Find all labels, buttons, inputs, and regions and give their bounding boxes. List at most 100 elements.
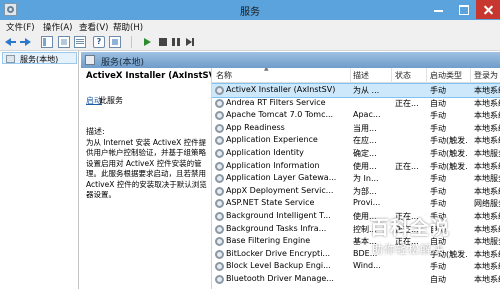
forward-arrow-icon[interactable] [20,36,32,48]
service-startup-cell: 手动 [430,262,446,272]
table-row[interactable]: Application Identity 确定... 手动(触发... 本地服务 [212,147,500,160]
service-description-cell: Provi... [353,198,381,208]
table-row[interactable]: Application Layer Gatewa... 为 In... 手动 本地服务 [212,172,500,185]
export-list-icon[interactable] [74,36,86,48]
service-name-cell: Background Intelligent T... [226,211,331,220]
service-description-cell: 为部... [353,186,377,196]
service-startup-cell: 手动 [430,199,446,209]
table-row[interactable]: Apache Tomcat 7.0 Tomc... Apac... 手动 本地系统 [212,109,500,122]
service-logon-cell: 本地系统 [474,86,500,95]
service-gear-icon [215,262,224,272]
pause-service-icon[interactable] [170,36,182,48]
tree-item-services-local[interactable]: 服务(本地) [2,52,77,64]
column-divider[interactable] [426,68,427,83]
service-description-cell: Apac... [353,110,381,120]
list-header: ▲ 名称 描述 状态 启动类型 登录为 [212,68,500,83]
table-row[interactable]: Application Information 使用... 正在... 手动(触发..… [212,160,500,173]
table-row[interactable]: Bluetooth Driver Manage... 自动 本地系统 [212,273,500,286]
service-gear-icon [215,237,224,247]
column-divider[interactable] [470,68,471,83]
service-gear-icon [215,224,224,234]
service-logon-cell: 本地系统 [474,136,500,146]
window-title: 服务 [240,7,260,18]
stop-service-icon[interactable] [157,36,169,48]
table-row[interactable]: Application Experience 在应... 手动(触发... 本地系统 [212,134,500,147]
service-gear-icon [215,174,224,184]
service-name-cell: Bluetooth Driver Manage... [226,274,334,283]
help-icon[interactable]: ? [93,36,105,48]
service-startup-cell: 手动 [430,86,446,95]
table-row[interactable]: Block Level Backup Engi... Wind... 手动 本地系统 [212,260,500,273]
service-name-cell: BitLocker Drive Encrypti... [226,248,331,258]
start-service-icon[interactable] [141,36,153,48]
description-label: 描述: [86,127,105,136]
column-divider[interactable] [350,68,351,83]
table-row[interactable]: ASP.NET State Service Provi... 手动 网络服务 [212,197,500,210]
service-startup-cell: 手动 [430,174,446,184]
service-logon-cell: 本地服务 [474,174,500,184]
service-logon-cell: 本地服务 [474,149,500,158]
column-header-startup[interactable]: 启动类型 [430,70,462,81]
service-startup-cell: 手动(触发... [430,161,468,171]
column-header-description[interactable]: 描述 [353,70,369,81]
properties-icon[interactable] [58,36,70,48]
service-description-cell: 确定... [353,149,377,158]
service-gear-icon [215,149,224,158]
service-name-cell: Application Identity [226,148,304,157]
menu-action[interactable]: 操作(A) [43,21,72,33]
service-startup-cell: 手动(触发... [430,136,468,146]
show-hide-tree-icon[interactable] [41,36,53,48]
table-row[interactable]: Andrea RT Filters Service 正在... 自动 本地系统 [212,97,500,110]
table-row[interactable]: ActiveX Installer (AxInstSV) 为从 ... 手动 本地系统 [212,83,500,98]
column-header-logon[interactable]: 登录为 [474,70,498,81]
view-icon[interactable] [109,36,121,48]
service-description-cell: Wind... [353,261,381,271]
service-logon-cell: 本地系统 [474,123,500,133]
services-icon [6,55,15,63]
service-title: ActiveX Installer (AxInstSV) [86,71,220,81]
menu-view[interactable]: 查看(V) [79,21,108,33]
column-header-state[interactable]: 状态 [395,70,411,81]
start-service-link-tail: 此服务 [99,96,123,105]
service-name-cell: AppX Deployment Servic... [226,185,334,195]
service-logon-cell: 本地系统 [474,186,500,196]
column-header-name[interactable]: 名称 [216,70,232,81]
service-name-cell: Block Level Backup Engi... [226,261,331,271]
service-logon-cell: 本地系统 [474,275,500,284]
service-gear-icon [215,123,224,133]
column-divider[interactable] [391,68,392,83]
service-state-cell: 正在... [395,161,419,171]
menu-file[interactable]: 文件(F) [6,21,35,33]
restart-service-icon[interactable] [185,36,197,48]
service-startup-cell: 自动 [430,98,446,108]
maximize-icon[interactable] [451,0,476,19]
toolbar: ? [0,34,500,51]
service-name-cell: ASP.NET State Service [226,198,315,208]
service-description-cell: 在应... [353,136,377,146]
table-row[interactable]: AppX Deployment Servic... 为部... 手动 本地系统 [212,185,500,198]
menu-help[interactable]: 帮助(H) [113,21,143,33]
minimize-icon[interactable] [426,0,451,19]
console-tree: 服务(本地) [0,51,79,289]
service-name-cell: App Readiness [226,122,285,132]
back-arrow-icon[interactable] [4,36,16,48]
services-icon [85,55,95,65]
service-gear-icon [215,86,224,95]
watermark: 百科全说 助你轻松解决 [368,213,500,259]
service-gear-icon [215,161,224,171]
watermark-title: 百科全说 [370,217,451,239]
close-icon[interactable] [476,0,500,19]
service-description-cell: 为 In... [353,174,379,184]
service-description: 为从 Internet 安装 ActiveX 控件提供用户帐户控制验证，并基于组… [86,138,207,200]
service-state-cell: 正在... [395,98,419,108]
sort-arrow-icon: ▲ [264,68,269,72]
table-row[interactable]: App Readiness 当用... 手动 本地系统 [212,122,500,135]
pane-header: 服务(本地) [81,52,500,68]
service-startup-cell: 手动 [430,111,446,121]
service-logon-cell: 网络服务 [474,199,500,209]
service-logon-cell: 本地系统 [474,111,500,121]
service-gear-icon [215,111,224,121]
service-startup-cell: 手动 [430,123,446,133]
service-name-cell: Background Tasks Infra... [226,223,327,233]
service-gear-icon [215,275,224,284]
